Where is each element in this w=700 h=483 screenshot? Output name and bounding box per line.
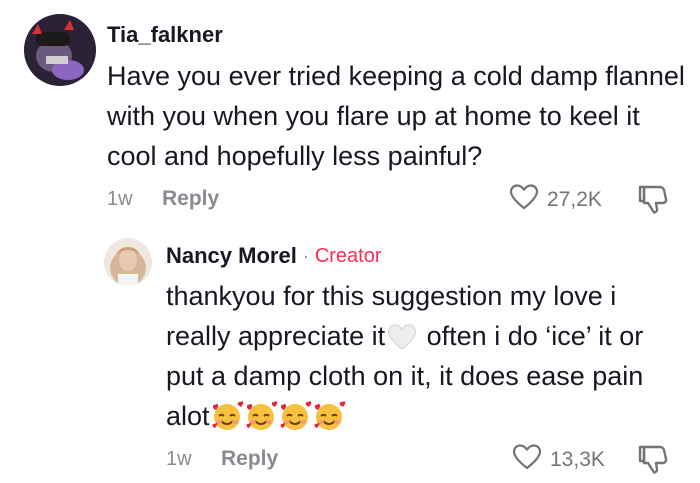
separator-dot: ·: [302, 245, 309, 266]
reply-timestamp: 1w: [166, 448, 192, 470]
thumbs-down-icon: [636, 443, 670, 480]
creator-badge: Creator: [314, 244, 382, 267]
comment-timestamp: 1w: [107, 188, 133, 210]
comment-text: Have you ever tried keeping a cold damp …: [107, 61, 685, 171]
dislike-button[interactable]: [636, 183, 670, 220]
reply-like-button[interactable]: 13,3K: [512, 443, 605, 476]
like-button[interactable]: 27,2K: [509, 183, 602, 216]
avatar-tia-falkner[interactable]: [24, 14, 96, 86]
smiling-face-with-hearts-icon: [278, 399, 312, 433]
white-heart-emoji-icon: [387, 322, 417, 350]
thumbs-down-icon: [636, 183, 670, 220]
like-count: 27,2K: [547, 187, 602, 211]
reply-text: thankyou for this suggestion my love i r…: [166, 276, 686, 436]
comment-username[interactable]: Tia_falkner: [107, 22, 223, 48]
smiling-face-with-hearts-icon: [312, 399, 346, 433]
reply-reply-button[interactable]: Reply: [221, 447, 278, 471]
smiling-face-with-hearts-icon: [244, 399, 278, 433]
smiling-face-with-hearts-icon: [210, 399, 244, 433]
reply-dislike-button[interactable]: [636, 443, 670, 480]
reply-username[interactable]: Nancy Morel: [166, 243, 297, 269]
avatar-nancy-morel[interactable]: [104, 238, 152, 286]
reply-like-count: 13,3K: [550, 447, 605, 471]
reply-username-row: Nancy Morel · Creator: [166, 243, 382, 269]
reply-button[interactable]: Reply: [162, 187, 219, 211]
heart-outline-icon: [512, 443, 542, 476]
heart-outline-icon: [509, 183, 539, 216]
